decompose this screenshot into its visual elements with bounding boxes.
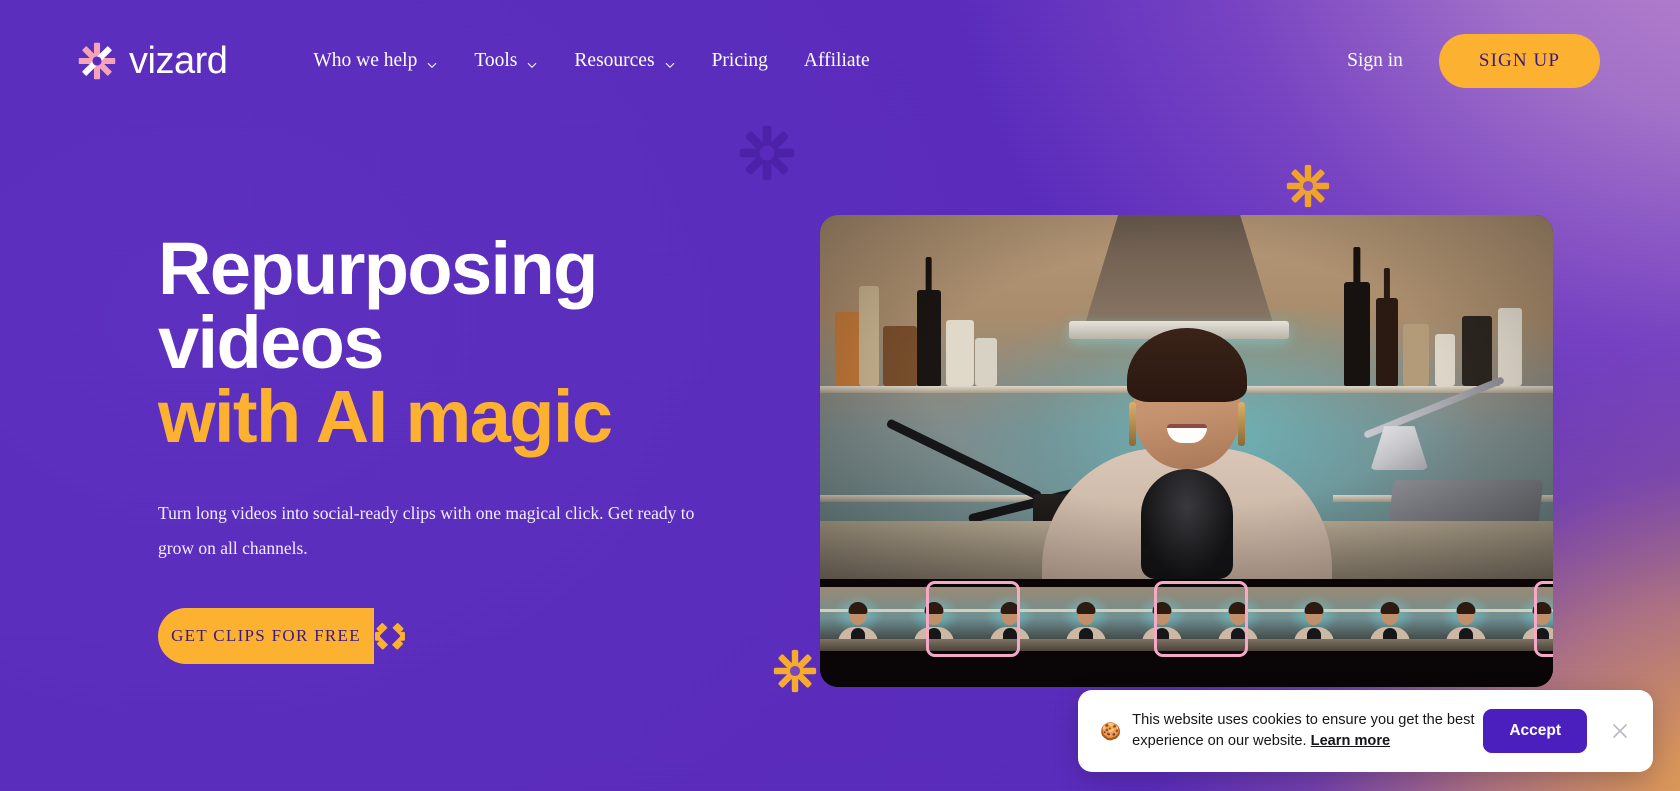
logo-text: vizard xyxy=(129,40,228,82)
sign-up-button[interactable]: SIGN UP xyxy=(1438,34,1600,88)
chevron-down-icon xyxy=(526,55,538,68)
nav-label: Resources xyxy=(574,50,655,71)
nav-label: Affiliate xyxy=(803,50,870,71)
clip-thumbnail[interactable] xyxy=(1428,587,1504,651)
nav-label: Pricing xyxy=(711,50,768,71)
page-title: Repurposing videos with AI magic xyxy=(158,232,778,454)
hero-video-card[interactable] xyxy=(820,215,1553,687)
sign-in-link[interactable]: Sign in xyxy=(1347,50,1403,72)
kitchen-scene xyxy=(820,215,1553,579)
logo[interactable]: vizard xyxy=(78,40,228,82)
clip-thumbnail[interactable] xyxy=(820,587,896,651)
get-clips-for-free-button[interactable]: GET CLIPS FOR FREE xyxy=(158,608,374,664)
clip-thumbnail[interactable] xyxy=(1124,587,1200,651)
cookie-icon: 🍪 xyxy=(1100,721,1122,741)
page-root: vizard Who we help Tools Resources Prici… xyxy=(0,0,1680,791)
video-still xyxy=(820,215,1553,579)
clip-thumbnail[interactable] xyxy=(1352,587,1428,651)
headline-line-2: videos xyxy=(158,301,384,384)
main-menu: Who we help Tools Resources Pricing Affi… xyxy=(295,42,887,80)
close-icon[interactable] xyxy=(1607,718,1633,744)
clip-thumbnail[interactable] xyxy=(972,587,1048,651)
headline-line-1: Repurposing xyxy=(158,227,598,310)
vizard-asterisk-logo-icon xyxy=(78,42,116,80)
cookie-message: This website uses cookies to ensure you … xyxy=(1132,710,1475,751)
clip-thumbnail[interactable] xyxy=(896,587,972,651)
cta-container: GET CLIPS FOR FREE xyxy=(158,608,405,664)
learn-more-link[interactable]: Learn more xyxy=(1311,733,1390,749)
clip-thumbnail[interactable] xyxy=(1504,587,1553,651)
hero-subheading: Turn long videos into social-ready clips… xyxy=(158,503,695,558)
nav-item-tools[interactable]: Tools xyxy=(456,42,556,80)
asterisk-dark-top-icon xyxy=(739,125,795,181)
chevron-down-icon xyxy=(664,55,676,68)
accept-cookies-button[interactable]: Accept xyxy=(1483,709,1587,753)
headline-line-3: with AI magic xyxy=(158,375,613,458)
clip-thumbnail[interactable] xyxy=(1276,587,1352,651)
cookie-consent-banner: 🍪 This website uses cookies to ensure yo… xyxy=(1078,690,1653,772)
nav-label: Who we help xyxy=(313,50,418,71)
clip-thumbnail-strip[interactable] xyxy=(820,579,1553,687)
nav-item-affiliate[interactable]: Affiliate xyxy=(786,42,888,80)
asterisk-yellow-top-right-icon xyxy=(1286,164,1330,208)
asterisk-yellow-bottom-left-icon xyxy=(773,649,817,693)
cookie-message-text: This website uses cookies to ensure you … xyxy=(1132,712,1475,749)
nav-label: Tools xyxy=(474,50,518,71)
top-navigation-bar: vizard Who we help Tools Resources Prici… xyxy=(0,0,1680,122)
clip-thumbnail[interactable] xyxy=(1048,587,1124,651)
nav-right-actions: Sign in SIGN UP xyxy=(1347,34,1600,88)
hero-content: Repurposing videos with AI magic Turn lo… xyxy=(158,232,778,664)
nav-item-pricing[interactable]: Pricing xyxy=(694,42,786,80)
thumbnail-track[interactable] xyxy=(820,587,1553,651)
nav-item-resources[interactable]: Resources xyxy=(556,42,693,80)
clip-thumbnail[interactable] xyxy=(1200,587,1276,651)
nav-item-who-we-help[interactable]: Who we help xyxy=(295,42,456,80)
chevron-down-icon xyxy=(426,55,438,68)
